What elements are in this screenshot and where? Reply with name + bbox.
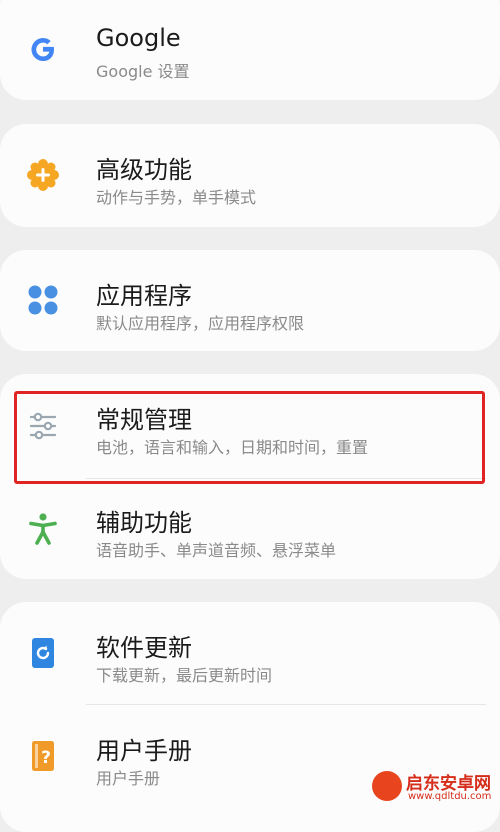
settings-item-accessibility[interactable]: 辅助功能 语音助手、单声道音频、悬浮菜单	[0, 479, 500, 579]
item-subtitle: 语音助手、单声道音频、悬浮菜单	[96, 541, 337, 560]
software-update-icon	[32, 638, 54, 668]
settings-item-google[interactable]: Google Google 设置	[0, 0, 500, 100]
user-manual-icon: ?	[32, 741, 54, 771]
google-icon	[31, 38, 54, 61]
item-title: 辅助功能	[96, 509, 192, 537]
watermark-logo-icon	[372, 771, 402, 801]
settings-item-advanced-features[interactable]: 高级功能 动作与手势，单手模式	[0, 124, 500, 227]
item-subtitle: 默认应用程序，应用程序权限	[96, 314, 305, 333]
watermark: 启东安卓网 www.qdltdu.com	[372, 767, 500, 807]
accessibility-icon	[29, 513, 57, 545]
item-title: Google	[96, 24, 181, 52]
item-title: 用户手册	[96, 737, 192, 765]
watermark-url: www.qdltdu.com	[408, 791, 492, 802]
item-title: 高级功能	[96, 156, 192, 184]
item-subtitle: 用户手册	[96, 769, 161, 788]
item-subtitle: Google 设置	[96, 62, 190, 81]
item-subtitle: 动作与手势，单手模式	[96, 188, 257, 207]
advanced-features-icon	[27, 159, 59, 191]
item-subtitle: 下载更新，最后更新时间	[96, 666, 273, 685]
item-title: 应用程序	[96, 282, 192, 310]
settings-item-apps[interactable]: 应用程序 默认应用程序，应用程序权限	[0, 250, 500, 351]
svg-text:?: ?	[41, 748, 51, 768]
highlight-box	[14, 391, 485, 484]
apps-icon	[28, 285, 58, 315]
item-title: 软件更新	[96, 634, 192, 662]
settings-item-software-update[interactable]: 软件更新 下载更新，最后更新时间	[0, 602, 500, 704]
